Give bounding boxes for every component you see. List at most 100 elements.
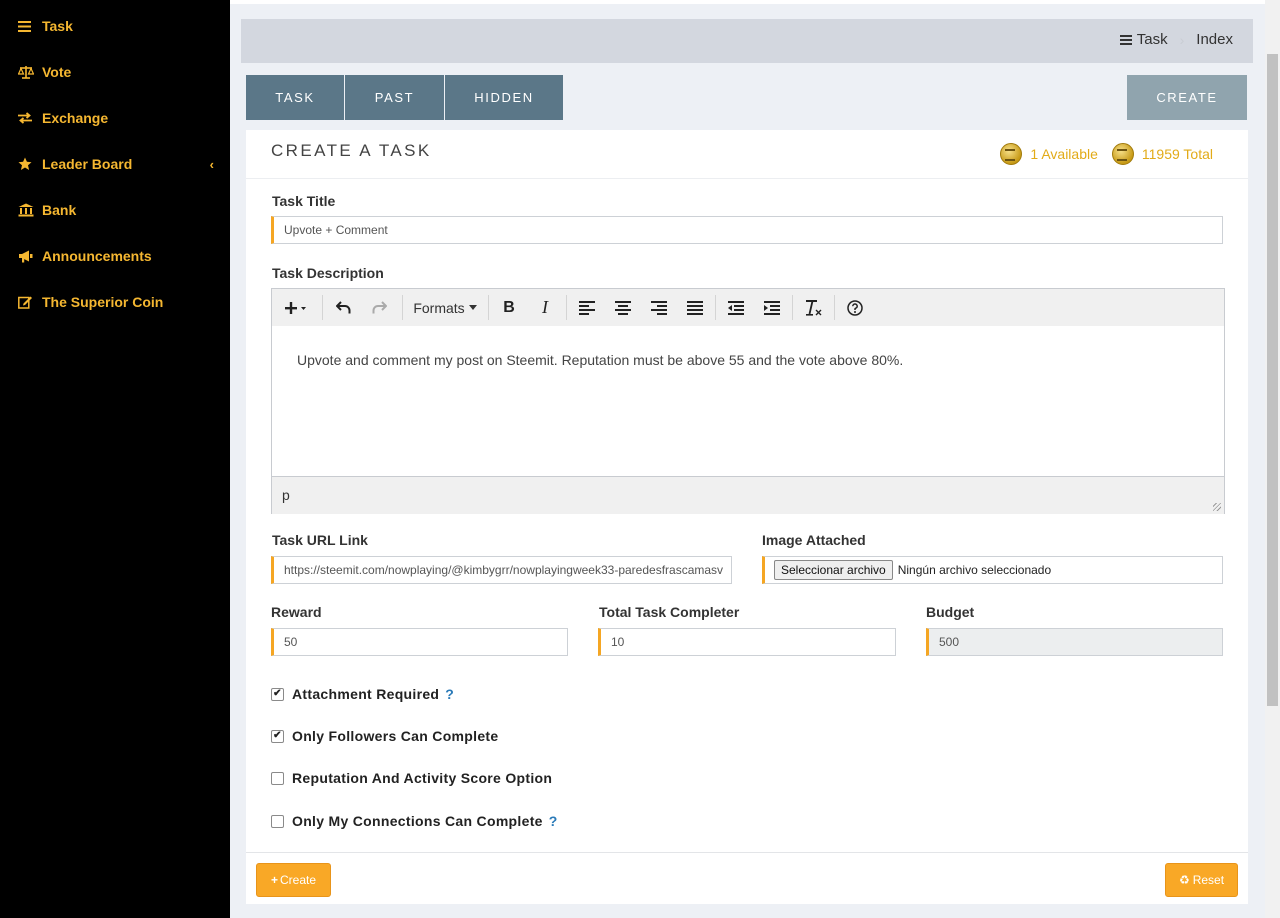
sidebar-item-exchange[interactable]: Exchange <box>18 106 218 130</box>
plus-icon <box>285 301 306 314</box>
sidebar-item-label: Bank <box>42 202 77 218</box>
image-file-input[interactable]: Seleccionar archivo Ningún archivo selec… <box>762 556 1223 584</box>
completer-input[interactable]: 10 <box>598 628 896 656</box>
align-center-icon <box>615 300 631 315</box>
checkbox[interactable]: ✔ <box>271 729 284 743</box>
budget-input: 500 <box>926 628 1223 656</box>
top-strip <box>230 0 1265 4</box>
sidebar-item-label: Announcements <box>42 248 152 264</box>
checkbox[interactable] <box>271 814 284 828</box>
sidebar-item-vote[interactable]: Vote <box>18 60 218 84</box>
checkbox[interactable] <box>271 771 284 785</box>
align-right-icon <box>651 300 667 315</box>
total-count: 11959 Total <box>1141 146 1213 162</box>
sidebar-item-label: The Superior Coin <box>42 294 164 310</box>
checkbox-only-followers[interactable]: ✔ Only Followers Can Complete <box>271 728 498 744</box>
breadcrumb: Task › Index <box>241 19 1253 63</box>
checkbox-attachment-required[interactable]: ✔ Attachment Required ? <box>271 686 454 702</box>
sidebar: Task Vote Exchange Leader Board ‹ Bank A… <box>0 0 230 918</box>
insert-button[interactable] <box>278 289 314 326</box>
sidebar-item-announcements[interactable]: Announcements <box>18 244 218 268</box>
card-title: CREATE A TASK <box>271 141 432 160</box>
align-left-button[interactable] <box>572 289 602 326</box>
menu-icon <box>1119 34 1132 45</box>
scale-icon <box>18 65 42 79</box>
indent-button[interactable] <box>757 289 787 326</box>
help-link[interactable]: ? <box>549 813 558 829</box>
checkbox-reputation-score[interactable]: Reputation And Activity Score Option <box>271 770 552 786</box>
sidebar-item-leader-board[interactable]: Leader Board ‹ <box>18 152 218 176</box>
sidebar-item-label: Task <box>42 18 73 34</box>
edit-icon <box>18 295 42 309</box>
coin-icon <box>1000 143 1023 165</box>
help-link[interactable]: ? <box>445 686 454 702</box>
align-justify-icon <box>687 300 703 315</box>
image-label: Image Attached <box>762 532 866 548</box>
align-left-icon <box>579 300 595 315</box>
exchange-icon <box>18 112 42 124</box>
scrollbar[interactable] <box>1265 0 1280 918</box>
outdent-button[interactable] <box>721 289 751 326</box>
card-footer: + Create ♻ Reset <box>246 852 1248 905</box>
scrollbar-thumb[interactable] <box>1267 54 1278 706</box>
breadcrumb-root[interactable]: Task <box>1137 31 1168 48</box>
reset-button[interactable]: ♻ Reset <box>1165 863 1238 897</box>
editor-toolbar: Formats B I <box>272 289 1224 327</box>
completer-label: Total Task Completer <box>599 604 740 620</box>
italic-button[interactable]: I <box>530 289 560 326</box>
align-justify-button[interactable] <box>680 289 710 326</box>
sidebar-item-label: Vote <box>42 64 72 80</box>
bank-icon <box>18 203 42 217</box>
reset-button-label: Reset <box>1192 873 1225 887</box>
sidebar-item-task[interactable]: Task <box>18 14 218 38</box>
tab-task[interactable]: TASK <box>246 75 344 120</box>
caret-down-icon <box>468 305 477 310</box>
element-path: p <box>282 487 290 503</box>
card-header: CREATE A TASK 1 Available 11959 Total <box>246 130 1248 179</box>
plus-icon: + <box>270 873 278 887</box>
indent-icon <box>764 300 780 315</box>
undo-button[interactable] <box>328 289 358 326</box>
checkbox[interactable]: ✔ <box>271 687 284 701</box>
available-count: 1 Available <box>1030 146 1098 162</box>
align-center-button[interactable] <box>608 289 638 326</box>
tab-create[interactable]: CREATE <box>1127 75 1247 120</box>
breadcrumb-current: Index <box>1196 31 1233 48</box>
bold-icon: B <box>503 298 515 316</box>
coin-stats: 1 Available 11959 Total <box>1000 143 1213 165</box>
description-text: Upvote and comment my post on Steemit. R… <box>297 352 904 368</box>
tab-past[interactable]: PAST <box>345 75 444 120</box>
reward-label: Reward <box>271 604 322 620</box>
formats-dropdown[interactable]: Formats <box>408 289 482 326</box>
sidebar-item-superior-coin[interactable]: The Superior Coin <box>18 290 218 314</box>
task-title-input[interactable]: Upvote + Comment <box>271 216 1223 244</box>
task-title-label: Task Title <box>272 193 336 209</box>
bold-button[interactable]: B <box>494 289 524 326</box>
resize-grip-icon[interactable] <box>1213 503 1221 511</box>
outdent-icon <box>728 300 744 315</box>
create-button[interactable]: + Create <box>256 863 331 897</box>
checkbox-only-connections[interactable]: Only My Connections Can Complete ? <box>271 813 558 829</box>
rich-text-editor: Formats B I Upvote and comment my post o… <box>271 288 1225 514</box>
align-right-button[interactable] <box>644 289 674 326</box>
formats-label: Formats <box>413 299 465 316</box>
tab-hidden[interactable]: HIDDEN <box>445 75 563 120</box>
chevron-left-icon: ‹ <box>209 156 214 172</box>
clear-formatting-icon <box>805 299 821 316</box>
checkbox-label: Only Followers Can Complete <box>292 728 499 744</box>
choose-file-button[interactable]: Seleccionar archivo <box>774 560 893 580</box>
editor-content[interactable]: Upvote and comment my post on Steemit. R… <box>272 326 1224 476</box>
sidebar-item-bank[interactable]: Bank <box>18 198 218 222</box>
create-task-card: CREATE A TASK 1 Available 11959 Total Ta… <box>246 130 1248 904</box>
undo-icon <box>335 301 350 314</box>
sidebar-item-label: Leader Board <box>42 156 133 172</box>
clear-formatting-button[interactable] <box>798 289 828 326</box>
url-label: Task URL Link <box>272 532 368 548</box>
task-description-label: Task Description <box>272 265 384 281</box>
help-button[interactable] <box>840 289 870 326</box>
url-input[interactable]: https://steemit.com/nowplaying/@kimbygrr… <box>271 556 732 584</box>
checkbox-label: Reputation And Activity Score Option <box>292 770 553 786</box>
redo-button[interactable] <box>364 289 394 326</box>
bullhorn-icon <box>18 250 42 263</box>
reward-input[interactable]: 50 <box>271 628 568 656</box>
